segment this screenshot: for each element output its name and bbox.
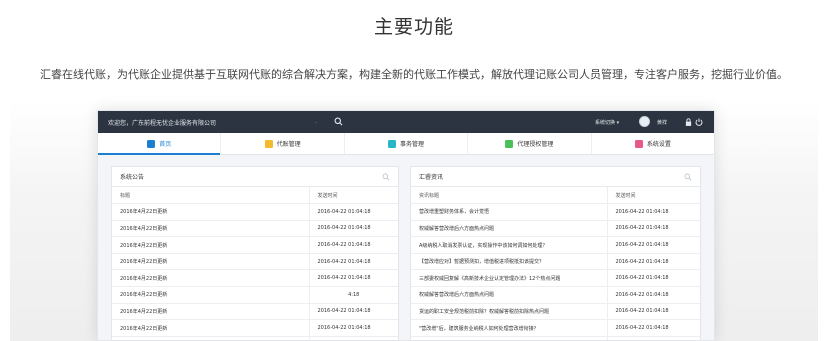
news-panel-header: 汇睿资讯 — [411, 167, 700, 187]
column-header-time: 发送时间 — [308, 187, 398, 205]
row-title[interactable]: "营改增"后，建筑服务业纳税人如何处理营改增衔接？ — [411, 319, 607, 337]
tab-home[interactable]: 首页 — [98, 133, 222, 155]
row-title[interactable]: 2016年4月22日更新 — [112, 203, 309, 221]
main-tabs: 首页 代账管理 事务管理 代理授权管理 系统设置 — [98, 133, 714, 155]
row-time: 2016-04-22 01:04:18 — [606, 236, 700, 254]
row-time: 2016-04-22 01:04:18 — [606, 319, 700, 337]
table-row[interactable]: 2016年4月22日更新2016-04-22 01:04:18 — [112, 220, 398, 238]
table-row[interactable]: 2016年4月22日更新2016-04-22 01:04:18 — [112, 269, 398, 288]
row-title[interactable]: 2016年4月22日更新 — [112, 286, 309, 304]
row-title[interactable]: 2016年4月22日更新 — [112, 220, 309, 238]
row-time: 2016-04-22 01:04:18 — [308, 236, 398, 254]
notice-panel: 系统公告 标题 发送时间 2016年4月22日更新 2016-04-22 01:0… — [111, 166, 399, 340]
tab-authorize[interactable]: 代理授权管理 — [468, 133, 592, 154]
table-row[interactable]: 2016年4月22日更新2016-04-22 01:04:18 — [112, 303, 398, 321]
row-time: 2016-04-22 01:04:18 — [308, 269, 398, 288]
notice-table: 标题 发送时间 2016年4月22日更新 2016-04-22 01:04:18 2… — [112, 187, 398, 340]
row-time: 2016-04-22 01:04:18 — [606, 336, 700, 340]
row-time: 2016-04-22 01:04:18 — [606, 269, 700, 288]
row-title[interactable]: 2016年4月22日更新 — [112, 253, 309, 271]
row-title[interactable]: 2016年4月22日更新 — [112, 236, 309, 254]
row-title[interactable]: 权威解答营改增后六方面热点问题 — [411, 286, 607, 304]
table-row[interactable]: 货运的职工安全规范税前扣除？权威解答税前扣除热点问题 2016-04-22 01:… — [411, 303, 700, 321]
table-row[interactable]: 2016年4月22日更新 4:18 — [112, 286, 398, 304]
welcome-text: 欢迎您，广东前程无忧企业服务有限公司 — [108, 119, 217, 127]
table-row[interactable]: 2016年4月22日更新2016-04-22 01:04:18 — [112, 336, 398, 340]
column-header-title: 标题 — [112, 187, 309, 205]
tab-label: 代理授权管理 — [517, 141, 554, 148]
table-row[interactable]: 三部委权威回复解《高新技术企业认定管理办法》12个热点问题 2016-04-22 … — [411, 269, 700, 288]
app-topbar: 欢迎您，广东前程无忧企业服务有限公司 . 系统切换 ▾ 黄祥 — [98, 111, 714, 133]
news-panel-title: 汇睿资讯 — [419, 174, 444, 181]
row-title[interactable]: 【营改增应对】暂据预测扣，增值税进项税抵扣该提交？ — [411, 253, 607, 271]
table-row[interactable]: 2016年4月22日更新2016-04-22 01:04:18 — [112, 203, 398, 221]
avatar[interactable] — [639, 116, 650, 127]
row-time: 2016-04-22 01:04:18 — [308, 303, 398, 321]
row-title[interactable]: 2016年4月22日更新 — [112, 269, 309, 288]
row-time: 2016-04-22 01:04:18 — [606, 253, 700, 271]
system-switch-dropdown[interactable]: 系统切换 ▾ — [595, 119, 619, 126]
power-icon[interactable] — [695, 118, 703, 126]
table-row[interactable]: "营改增"后，建筑服务业纳税人如何处理营改增衔接？ 2016-04-22 01:0… — [411, 319, 700, 337]
section-heading: 主要功能 — [373, 16, 454, 38]
row-title[interactable]: A级纳税人取消发票认证，实现操作中该如何调如何处理？ — [411, 236, 607, 254]
row-title[interactable]: 2016年4月22日更新 — [112, 336, 309, 340]
tab-label: 事务管理 — [400, 141, 425, 148]
tab-label: 首页 — [159, 141, 172, 148]
authorize-icon — [505, 139, 514, 148]
tab-settings[interactable]: 系统设置 — [592, 133, 714, 154]
row-time: 2016-04-22 01:04:18 — [606, 286, 700, 304]
news-search-icon[interactable] — [684, 173, 692, 181]
news-panel: 汇睿资讯 资讯标题 发送时间 营改增重塑财务体系，会计觉悟 2016-04-22 … — [410, 166, 701, 340]
table-row[interactable]: 权威解答营改增后六方面热点问题2016-04-22 01:04:18 — [411, 336, 700, 340]
row-time: 2016-04-22 01:04:18 — [308, 220, 398, 238]
home-icon — [147, 139, 156, 148]
row-title[interactable]: 三部委权威回复解《高新技术企业认定管理办法》12个热点问题 — [411, 269, 607, 288]
row-title[interactable]: 2016年4月22日更新 — [112, 303, 309, 321]
row-time: 2016-04-22 01:04:18 — [308, 319, 398, 337]
row-time: 2016-04-22 01:04:18 — [308, 336, 398, 340]
user-name[interactable]: 黄祥 — [657, 119, 667, 126]
app-window: 欢迎您，广东前程无忧企业服务有限公司 . 系统切换 ▾ 黄祥 首页 代账管理 事务管… — [97, 110, 715, 341]
row-time: 2016-04-22 01:04:18 — [606, 220, 700, 238]
row-title[interactable]: 权威解答营改增后六方面热点问题 — [411, 220, 607, 238]
notice-panel-title: 系统公告 — [120, 174, 145, 181]
section-subtitle: 汇睿在线代账，为代账企业提供基于互联网代账的综合解决方案，构建全新的代账工作模式… — [40, 68, 788, 81]
row-time: 2016-04-22 01:04:18 — [606, 303, 700, 321]
row-title[interactable]: 权威解答营改增后六方面热点问题 — [411, 336, 607, 340]
table-row[interactable]: 权威解答营改增后六方面热点问题2016-04-22 01:04:18 — [411, 286, 700, 304]
table-row[interactable]: A级纳税人取消发票认证，实现操作中该如何调如何处理？ 2016-04-22 01:… — [411, 236, 700, 254]
row-time: 2016-04-22 01:04:18 — [308, 253, 398, 271]
settings-icon — [634, 139, 643, 148]
row-time: 2016-04-22 01:04:18 — [308, 203, 398, 221]
row-title[interactable]: 营改增重塑财务体系，会计觉悟 — [411, 203, 607, 221]
row-title[interactable]: 货运的职工安全规范税前扣除？权威解答税前扣除热点问题 — [411, 303, 607, 321]
news-table: 资讯标题 发送时间 营改增重塑财务体系，会计觉悟 2016-04-22 01:04… — [411, 187, 700, 340]
tab-label: 系统设置 — [646, 141, 671, 148]
notice-search-icon[interactable] — [382, 173, 390, 181]
table-row[interactable]: 营改增重塑财务体系，会计觉悟 2016-04-22 01:04:18 — [411, 203, 700, 221]
table-header-row: 资讯标题 发送时间 — [411, 187, 700, 205]
column-header-title: 资讯标题 — [411, 187, 607, 205]
table-row[interactable]: 【营改增应对】暂据预测扣，增值税进项税抵扣该提交？ 2016-04-22 01:0… — [411, 253, 700, 271]
table-row[interactable]: 权威解答营改增后六方面热点问题2016-04-22 01:04:18 — [411, 220, 700, 238]
search-icon[interactable] — [334, 117, 343, 126]
lock-icon[interactable] — [685, 118, 692, 126]
table-row[interactable]: 2016年4月22日更新2016-04-22 01:04:18 — [112, 319, 398, 337]
separator-dot: . — [315, 118, 317, 125]
ledger-icon — [264, 139, 273, 148]
row-time: 4:18 — [308, 286, 398, 304]
table-row[interactable]: 2016年4月22日更新2016-04-22 01:04:18 — [112, 253, 398, 271]
tab-task[interactable]: 事务管理 — [345, 133, 469, 154]
notice-panel-header: 系统公告 — [112, 167, 398, 187]
tab-label: 代账管理 — [276, 141, 301, 148]
row-time: 2016-04-22 01:04:18 — [606, 203, 700, 221]
task-icon — [388, 139, 396, 148]
row-title[interactable]: 2016年4月22日更新 — [112, 319, 309, 337]
tab-ledger[interactable]: 代账管理 — [221, 133, 345, 154]
table-header-row: 标题 发送时间 — [112, 187, 398, 205]
column-header-time: 发送时间 — [606, 187, 700, 205]
table-row[interactable]: 2016年4月22日更新2016-04-22 01:04:18 — [112, 236, 398, 254]
